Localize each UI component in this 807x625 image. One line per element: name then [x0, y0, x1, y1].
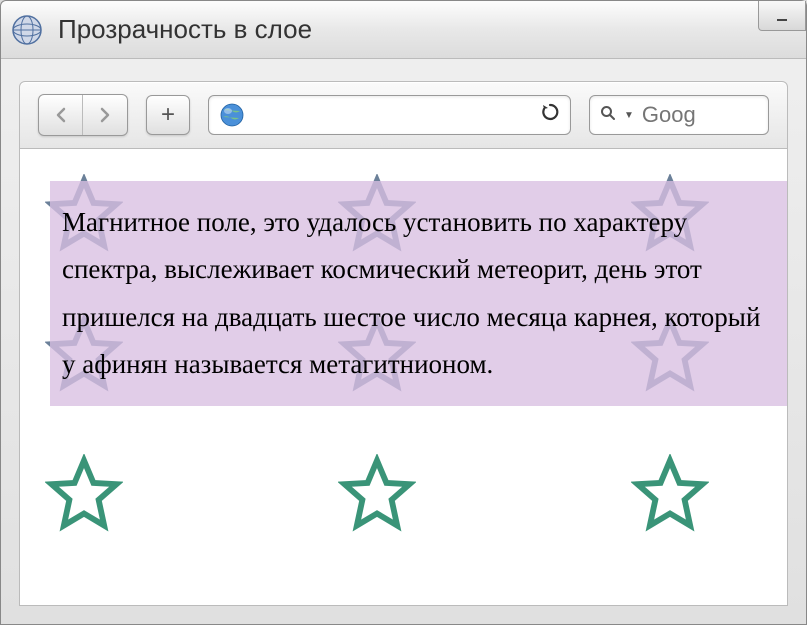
window-title: Прозрачность в слое	[58, 14, 796, 45]
forward-button[interactable]	[83, 95, 127, 135]
text-overlay: Магнитное поле, это удалось установить п…	[50, 181, 787, 406]
globe-icon	[219, 102, 245, 128]
search-dropdown-icon[interactable]: ▼	[624, 110, 634, 121]
star-icon	[631, 454, 709, 532]
toolbar: +	[19, 81, 788, 149]
browser-window: Прозрачность в слое +	[0, 0, 807, 625]
star-icon	[45, 454, 123, 532]
minimize-button[interactable]	[758, 1, 806, 31]
reload-button[interactable]	[540, 102, 560, 128]
window-controls	[758, 1, 806, 31]
nav-group	[38, 94, 128, 136]
titlebar: Прозрачность в слое	[1, 1, 806, 59]
search-bar[interactable]: ▼	[589, 95, 769, 135]
content-area: Магнитное поле, это удалось установить п…	[19, 149, 788, 606]
star-icon	[338, 454, 416, 532]
app-icon	[11, 14, 43, 46]
url-input[interactable]	[255, 105, 530, 126]
url-bar[interactable]	[208, 95, 571, 135]
back-button[interactable]	[39, 95, 83, 135]
new-tab-button[interactable]: +	[146, 95, 190, 135]
page: Магнитное поле, это удалось установить п…	[20, 149, 787, 605]
search-input[interactable]	[642, 102, 758, 128]
search-icon	[600, 105, 616, 126]
